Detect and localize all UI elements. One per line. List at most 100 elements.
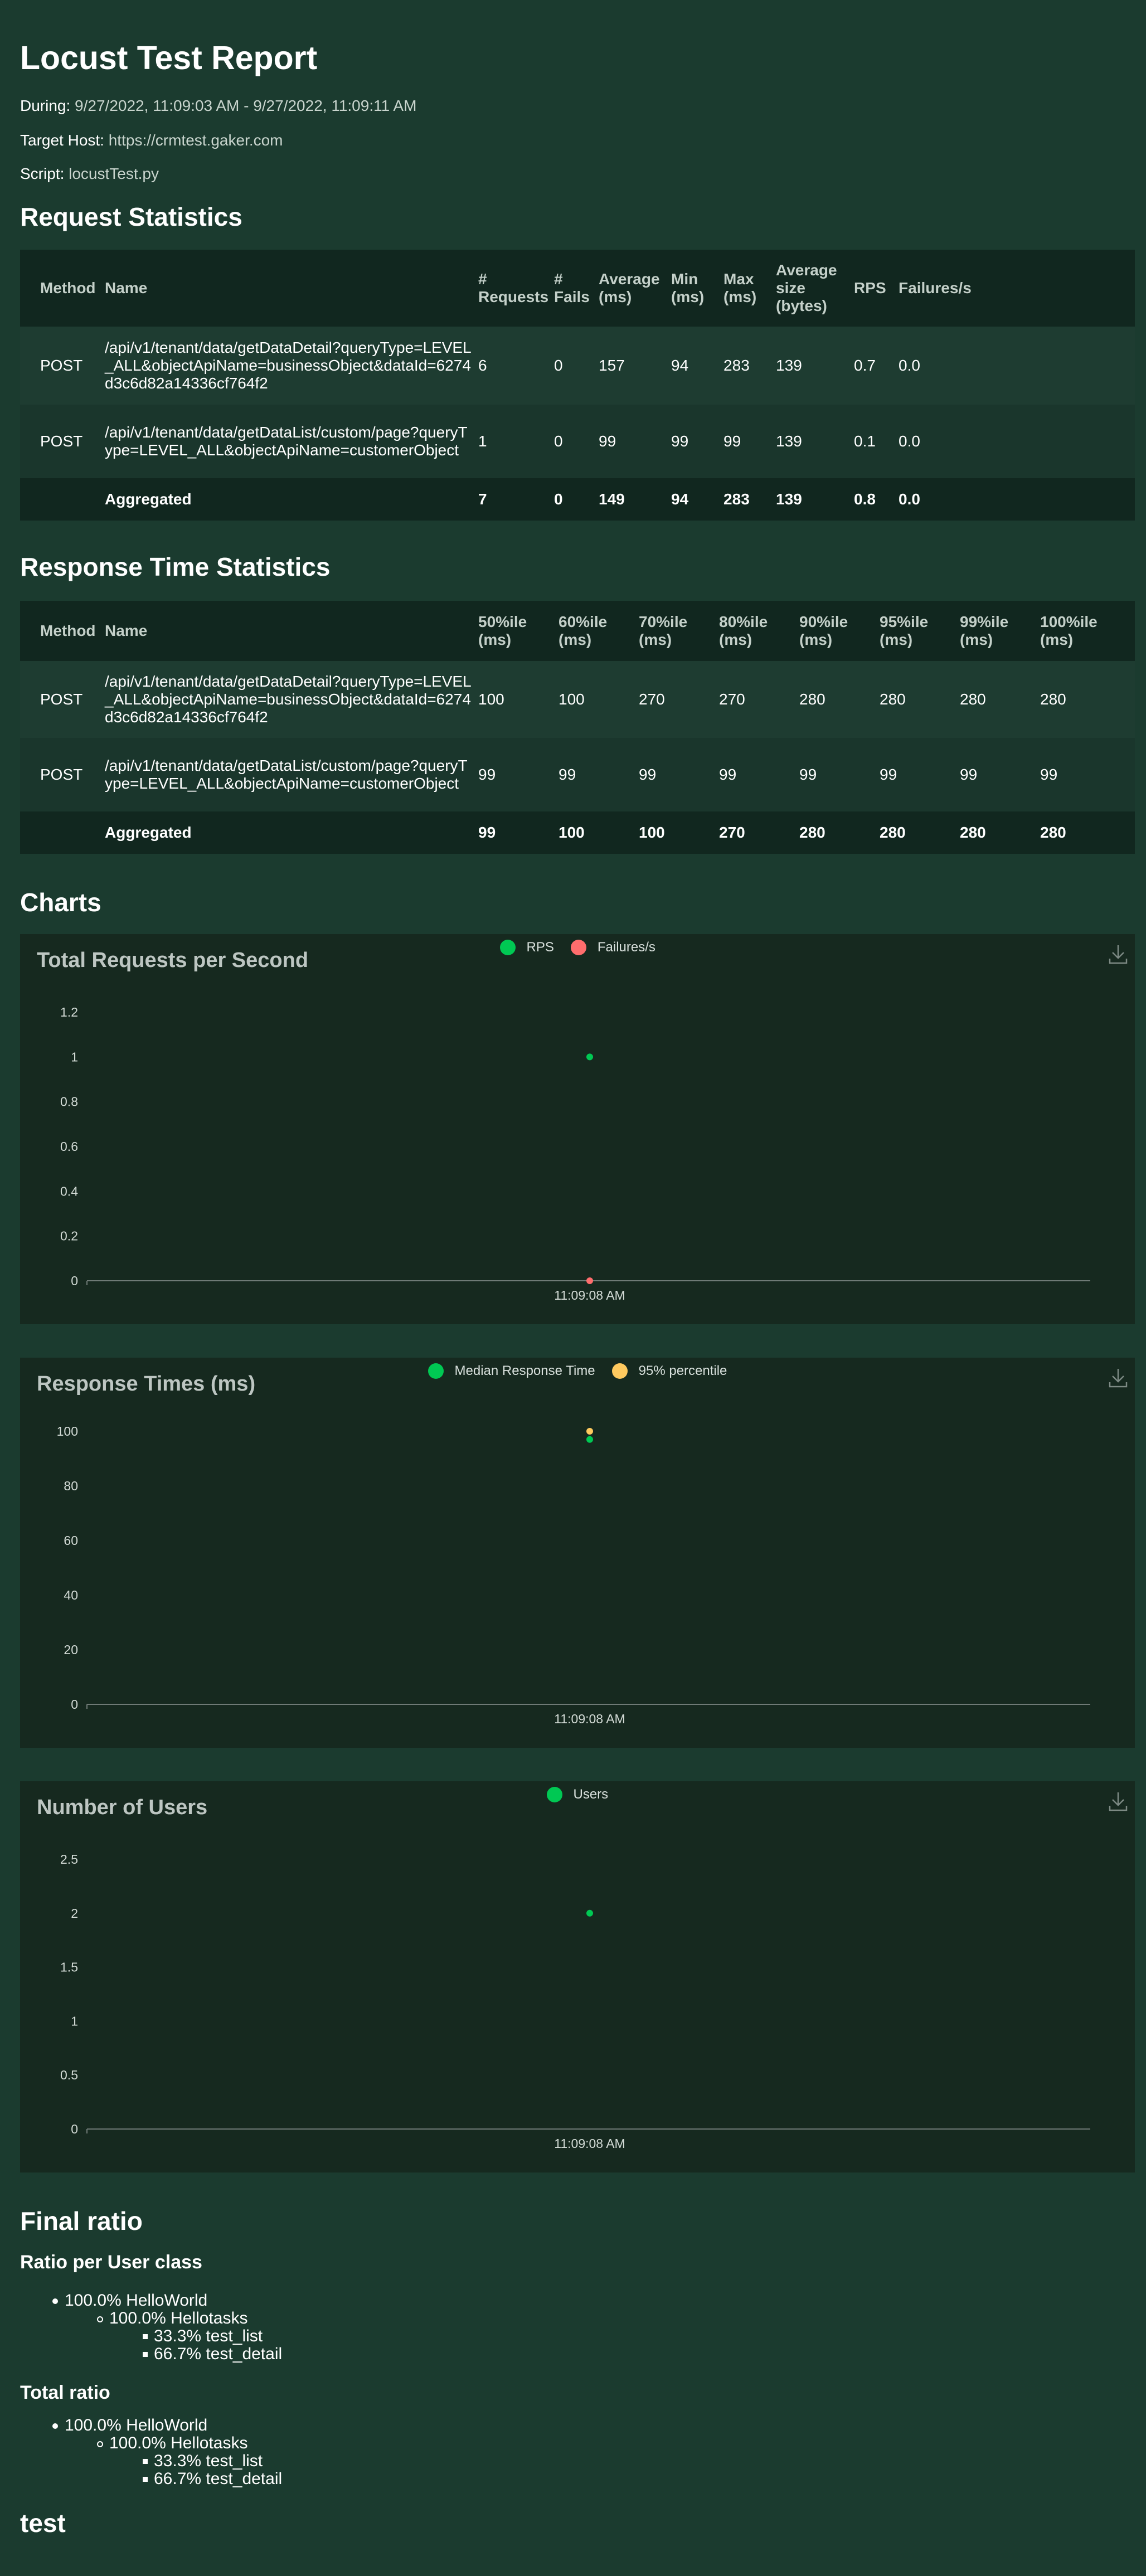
during-value: 9/27/2022, 11:09:03 AM - 9/27/2022, 11:0… [75,97,417,114]
cell: 99 [559,738,639,811]
ratio-text: 100.0% HelloWorld [65,2416,208,2434]
script-line: Script: locustTest.py [20,165,159,183]
ratio-text: 66.7% test_detail [154,2345,283,2363]
aggregated-row: Aggregated 7 0 149 94 283 139 0.8 0.0 [20,478,1135,521]
charts-heading: Charts [20,888,101,917]
cell: 99 [1040,738,1135,811]
cell: 283 [723,478,776,521]
col-header: Max (ms) [723,250,776,327]
y-tick-label: 0.2 [60,1229,78,1243]
y-tick-label: 1 [71,1049,78,1064]
cell: 139 [776,327,854,405]
col-header: Failures/s [899,250,1135,327]
data-point [586,1428,593,1435]
bullet-icon [97,2316,103,2322]
cell: 99 [478,738,559,811]
cell: 99 [719,738,799,811]
cell: /api/v1/tenant/data/getDataDetail?queryT… [105,661,478,738]
col-header: 50%ile (ms) [478,601,559,661]
cell: 0.7 [854,327,899,405]
y-tick-label: 2 [71,1906,78,1921]
cell: 100 [559,811,639,854]
table-header-row: Method Name 50%ile (ms) 60%ile (ms) 70%i… [20,601,1135,661]
aggregated-row: Aggregated 99 100 100 270 280 280 280 28… [20,811,1135,854]
bullet-icon [97,2441,103,2447]
cell: 94 [671,327,724,405]
data-point [586,1436,593,1443]
data-point [586,1909,593,1917]
bullet-icon [143,2477,148,2482]
ratio-text: 33.3% test_list [154,2327,263,2345]
response-times-chart: Response Times (ms) Median Response Time 9… [20,1358,1135,1748]
table-header-row: Method Name # Requests # Fails Average (… [20,250,1135,327]
ratio-text: 100.0% Hellotasks [109,2434,248,2452]
y-tick-label: 1 [71,2014,78,2028]
request-stats-table: Method Name # Requests # Fails Average (… [20,250,1135,521]
host-label: Target Host: [20,132,104,149]
col-header: 60%ile (ms) [559,601,639,661]
cell: 99 [723,405,776,478]
cell: 280 [960,811,1040,854]
host-line: Target Host: https://crmtest.gaker.com [20,132,283,149]
cell: /api/v1/tenant/data/getDataDetail?queryT… [105,327,478,405]
ratio-text: 100.0% HelloWorld [65,2291,208,2310]
ratio-text: 33.3% test_list [154,2452,263,2470]
cell: 139 [776,478,854,521]
cell: POST [20,327,105,405]
col-header: Min (ms) [671,250,724,327]
cell: 280 [880,811,960,854]
ratio-item: 100.0% Hellotasks [20,2434,282,2452]
response-stats-heading: Response Time Statistics [20,552,331,581]
cell: 0 [554,405,599,478]
per-class-ratio-list: 100.0% HelloWorld 100.0% Hellotasks 33.3% … [20,2292,282,2363]
x-tick-label: 11:09:08 AM [554,1712,625,1726]
cell: 0.0 [899,327,1135,405]
bullet-icon [52,2298,58,2304]
page-title: Locust Test Report [20,40,318,76]
y-tick-label: 0.5 [60,2068,78,2082]
y-tick-label: 1.2 [60,1005,78,1019]
y-tick-label: 20 [64,1642,78,1657]
cell: 0 [554,327,599,405]
cell: 280 [960,661,1040,738]
x-tick-label: 11:09:08 AM [554,1288,625,1302]
table-row: POST /api/v1/tenant/data/getDataList/cus… [20,405,1135,478]
cell: 7 [478,478,555,521]
bullet-icon [143,2334,148,2339]
during-line: During: 9/27/2022, 11:09:03 AM - 9/27/20… [20,97,416,115]
cell: 99 [671,405,724,478]
cell: 0.0 [899,405,1135,478]
y-tick-label: 0.8 [60,1095,78,1109]
col-header: Method [20,250,105,327]
col-header: Name [105,601,478,661]
col-header: Method [20,601,105,661]
cell: 280 [799,661,880,738]
y-tick-label: 80 [64,1479,78,1493]
cell: 270 [639,661,719,738]
cell: 99 [880,738,960,811]
cell: 0.1 [854,405,899,478]
cell: 100 [478,661,559,738]
y-tick-label: 0.4 [60,1184,78,1198]
request-stats-heading: Request Statistics [20,202,242,231]
cell [20,811,105,854]
cell: 99 [599,405,672,478]
y-tick-label: 0 [71,1697,78,1712]
script-label: Script: [20,165,65,182]
col-header: Name [105,250,478,327]
during-label: During: [20,97,71,114]
cell: POST [20,738,105,811]
col-header: 70%ile (ms) [639,601,719,661]
total-ratio-list: 100.0% HelloWorld 100.0% Hellotasks 33.3% … [20,2417,282,2488]
y-tick-label: 0 [71,2122,78,2136]
cell: 280 [880,661,960,738]
col-header: Average (ms) [599,250,672,327]
col-header: # Requests [478,250,555,327]
col-header: 90%ile (ms) [799,601,880,661]
y-tick-label: 60 [64,1533,78,1548]
col-header: 99%ile (ms) [960,601,1040,661]
ratio-text: 66.7% test_detail [154,2470,283,2488]
cell: 270 [719,661,799,738]
cell: 280 [799,811,880,854]
cell: 270 [719,811,799,854]
